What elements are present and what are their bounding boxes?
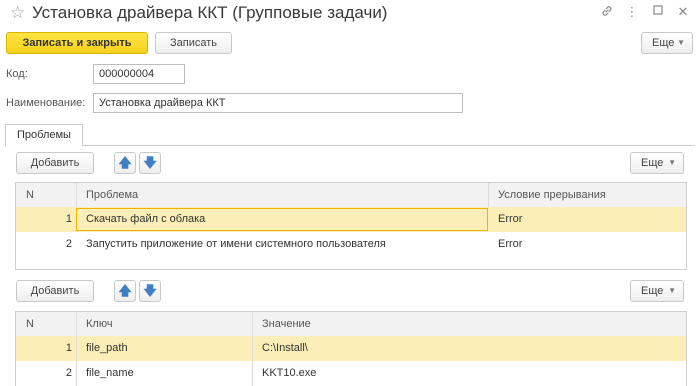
problem-cell[interactable]: Запустить приложение от имени системного… xyxy=(86,232,496,257)
key-cell[interactable]: file_path xyxy=(86,336,246,361)
caret-down-icon: ▼ xyxy=(668,158,676,167)
row-number: 1 xyxy=(65,213,72,225)
more-button[interactable]: Еще ▼ xyxy=(641,32,693,54)
row-number: 1 xyxy=(65,342,72,354)
column-divider xyxy=(252,312,253,386)
move-up-button[interactable]: 🡅 xyxy=(114,280,136,302)
condition-cell[interactable]: Error xyxy=(498,232,678,257)
more-vert-icon[interactable]: ⋮ xyxy=(624,4,640,20)
caret-down-icon: ▼ xyxy=(677,38,685,47)
tab-divider xyxy=(5,145,695,146)
close-icon[interactable]: ✕ xyxy=(675,4,691,20)
params-table: N Ключ Значение 1 file_path C:\Install\ … xyxy=(15,311,687,386)
column-header-key[interactable]: Ключ xyxy=(86,312,246,336)
link-icon[interactable] xyxy=(599,4,615,20)
window-title: Установка драйвера ККТ (Групповые задачи… xyxy=(32,3,388,22)
code-label: Код: xyxy=(6,68,28,80)
column-header-value[interactable]: Значение xyxy=(262,312,562,336)
name-label: Наименование: xyxy=(6,97,86,109)
add-problem-button[interactable]: Добавить xyxy=(16,152,94,174)
arrow-down-icon: 🡇 xyxy=(143,283,157,298)
tab-problems[interactable]: Проблемы xyxy=(5,124,83,146)
table-row[interactable]: 2 file_name KKT10.exe xyxy=(16,361,686,386)
save-button[interactable]: Записать xyxy=(155,32,232,54)
table-header: N Проблема Условие прерывания xyxy=(16,183,686,208)
params-more-button[interactable]: Еще ▼ xyxy=(630,280,684,302)
more-label: Еще xyxy=(641,157,664,169)
save-and-close-button[interactable]: Записать и закрыть xyxy=(6,32,148,54)
star-icon[interactable]: ☆ xyxy=(10,3,25,23)
table-row[interactable]: 1 file_path C:\Install\ xyxy=(16,336,686,361)
table-header: N Ключ Значение xyxy=(16,312,686,337)
row-number: 2 xyxy=(65,238,72,250)
more-label: Еще xyxy=(652,37,675,49)
arrow-up-icon: 🡅 xyxy=(118,155,132,170)
problems-more-button[interactable]: Еще ▼ xyxy=(630,152,684,174)
table-row[interactable]: 1 Скачать файл с облака Error xyxy=(16,207,686,232)
column-header-n[interactable]: N xyxy=(26,183,76,207)
move-down-button[interactable]: 🡇 xyxy=(139,280,161,302)
column-header-problem[interactable]: Проблема xyxy=(86,183,486,207)
key-cell[interactable]: file_name xyxy=(86,361,246,386)
arrow-up-icon: 🡅 xyxy=(118,283,132,298)
problem-cell[interactable]: Скачать файл с облака xyxy=(86,207,486,232)
move-down-button[interactable]: 🡇 xyxy=(139,152,161,174)
problems-table: N Проблема Условие прерывания 1 Скачать … xyxy=(15,182,687,270)
more-label: Еще xyxy=(641,285,664,297)
column-divider xyxy=(488,183,489,207)
column-divider xyxy=(76,312,77,386)
move-up-button[interactable]: 🡅 xyxy=(114,152,136,174)
value-cell[interactable]: C:\Install\ xyxy=(262,336,562,361)
row-number: 2 xyxy=(65,367,72,379)
caret-down-icon: ▼ xyxy=(668,286,676,295)
value-cell[interactable]: KKT10.exe xyxy=(262,361,562,386)
column-header-condition[interactable]: Условие прерывания xyxy=(498,183,678,207)
arrow-down-icon: 🡇 xyxy=(143,155,157,170)
maximize-icon[interactable] xyxy=(650,4,666,20)
table-row[interactable]: 2 Запустить приложение от имени системно… xyxy=(16,232,686,257)
add-param-button[interactable]: Добавить xyxy=(16,280,94,302)
column-header-n[interactable]: N xyxy=(26,312,76,336)
code-field[interactable]: 000000004 xyxy=(93,64,185,84)
column-divider xyxy=(76,183,77,207)
condition-cell[interactable]: Error xyxy=(498,207,678,232)
name-field[interactable]: Установка драйвера ККТ xyxy=(93,93,463,113)
